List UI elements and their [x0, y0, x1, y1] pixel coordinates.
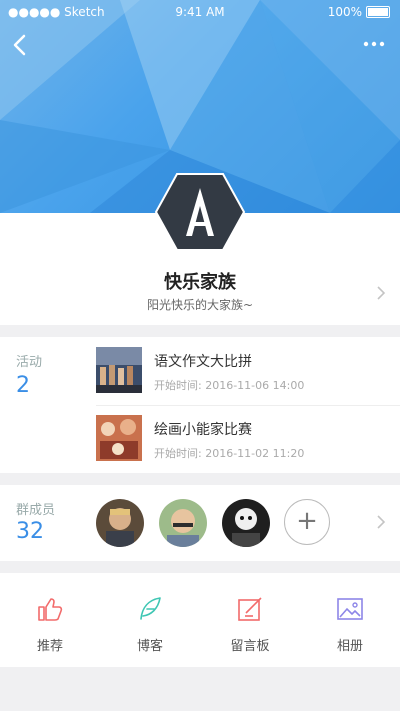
- group-description: 阳光快乐的大家族~: [146, 298, 254, 312]
- back-button[interactable]: [6, 28, 34, 60]
- image-icon: [337, 598, 363, 620]
- group-logo-icon: [154, 173, 246, 251]
- member-avatar[interactable]: [96, 499, 144, 547]
- edit-icon: [238, 597, 262, 621]
- time-value: 2016-11-02 11:20: [205, 447, 305, 460]
- member-avatar[interactable]: [159, 499, 207, 547]
- members-section[interactable]: 群成员 32 +: [0, 485, 400, 561]
- activity-time: 开始时间: 2016-11-06 14:00: [154, 377, 304, 393]
- member-avatar[interactable]: [222, 499, 270, 547]
- status-bar: ●●●●● Sketch 9:41 AM 100%: [0, 0, 400, 24]
- plus-icon: +: [296, 506, 318, 536]
- action-bar: 推荐 博客 留言板 相册: [0, 573, 400, 667]
- recommend-label: 推荐: [36, 639, 63, 654]
- album-label: 相册: [336, 639, 363, 654]
- activity-thumbnail: [96, 347, 142, 393]
- time-label: 开始时间:: [154, 379, 202, 392]
- members-count: 32: [16, 519, 44, 544]
- members-label: 群成员: [16, 503, 56, 518]
- divider: [96, 405, 400, 406]
- activity-label: 活动: [16, 355, 43, 370]
- battery-indicator: 100%: [328, 5, 390, 19]
- battery-icon: [366, 6, 390, 18]
- album-button[interactable]: 相册: [300, 573, 400, 667]
- time-value: 2016-11-06 14:00: [205, 379, 305, 392]
- activity-section: 活动 2 语文作文大比拼 开始时间: 2016-11-06 14:00 绘画小能…: [0, 337, 400, 473]
- chevron-right-icon: [377, 515, 386, 529]
- chevron-right-icon: [377, 286, 386, 300]
- blog-label: 博客: [136, 639, 163, 654]
- blog-button[interactable]: 博客: [100, 573, 200, 667]
- activity-item[interactable]: 语文作文大比拼 开始时间: 2016-11-06 14:00: [96, 347, 400, 407]
- feather-icon: [140, 597, 161, 620]
- recommend-button[interactable]: 推荐: [0, 573, 100, 667]
- activity-item[interactable]: 绘画小能家比赛 开始时间: 2016-11-02 11:20: [96, 415, 400, 475]
- message-board-label: 留言板: [230, 639, 270, 654]
- activity-count: 2: [16, 373, 30, 398]
- activity-title: 绘画小能家比赛: [154, 422, 252, 438]
- activity-title: 语文作文大比拼: [154, 354, 252, 370]
- more-button[interactable]: [360, 34, 388, 54]
- activity-time: 开始时间: 2016-11-02 11:20: [154, 445, 304, 461]
- thumbs-up-icon: [38, 598, 63, 621]
- add-member-button[interactable]: +: [284, 499, 330, 545]
- group-avatar: [154, 172, 246, 252]
- message-board-button[interactable]: 留言板: [200, 573, 300, 667]
- activity-thumbnail: [96, 415, 142, 461]
- group-name: 快乐家族: [164, 272, 236, 293]
- time-label: 开始时间:: [154, 447, 202, 460]
- battery-percent: 100%: [327, 5, 362, 19]
- more-icon: [363, 41, 385, 47]
- chevron-left-icon: [13, 34, 26, 56]
